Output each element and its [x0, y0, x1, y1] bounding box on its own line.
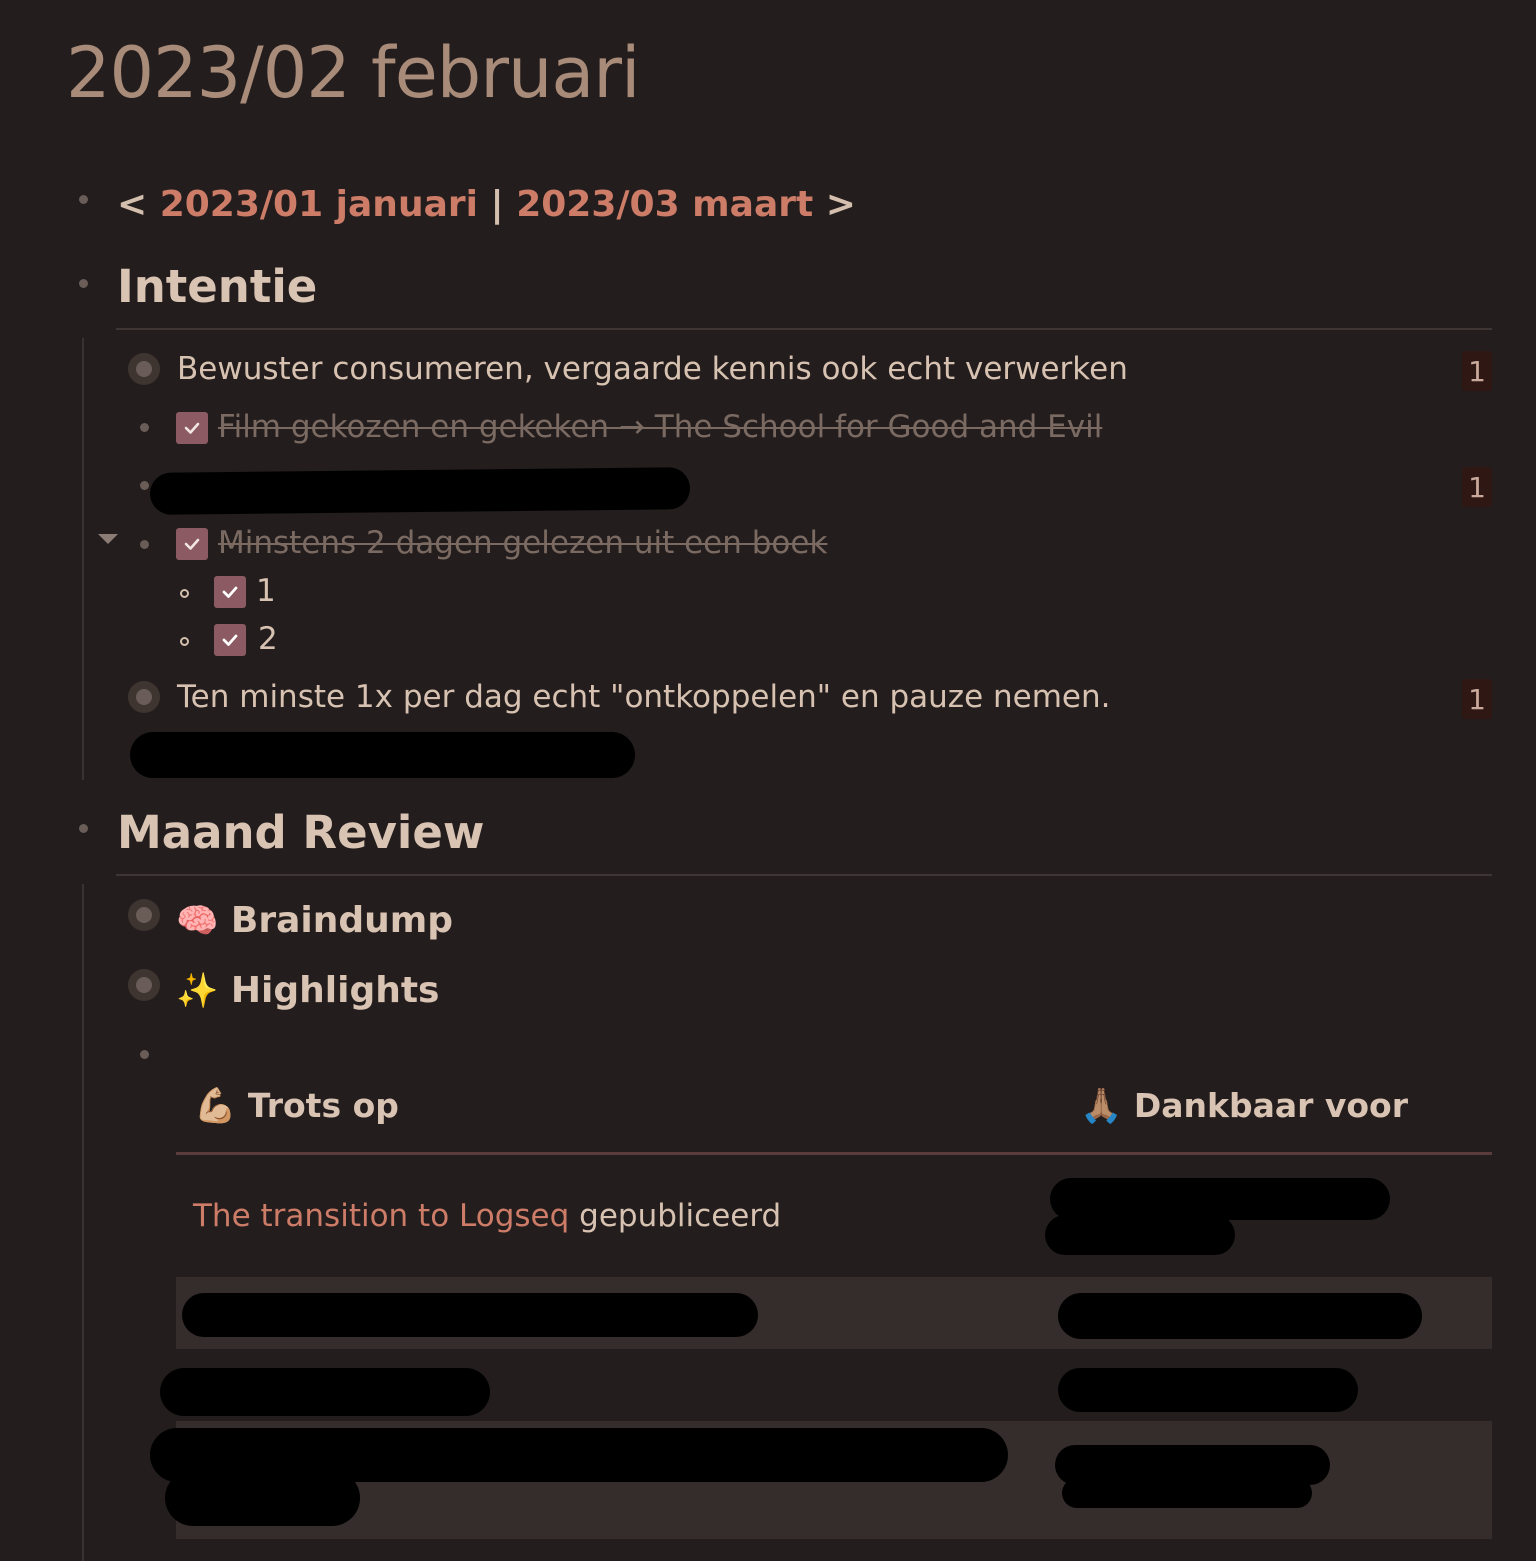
task-checkbox[interactable]	[176, 412, 208, 444]
redacted-text	[1062, 1478, 1312, 1508]
flexed-biceps-icon: 💪🏼	[194, 1086, 237, 1126]
nav-prev-prefix: <	[117, 184, 160, 225]
check-icon	[222, 634, 238, 646]
redacted-text	[130, 732, 635, 778]
task-checkbox[interactable]	[214, 624, 246, 656]
children-guide-line[interactable]	[82, 884, 84, 1561]
highlights-label: Highlights	[230, 970, 440, 1011]
page-link[interactable]: The transition to Logseq	[193, 1198, 569, 1234]
child-item[interactable]: 2	[258, 621, 278, 657]
redacted-text	[1058, 1293, 1422, 1339]
heading-maand-review[interactable]: Maand Review	[117, 806, 484, 859]
children-guide-line[interactable]	[82, 338, 84, 780]
redacted-text	[1050, 1178, 1390, 1220]
block-bullet[interactable]	[79, 279, 88, 288]
intentie-item-done[interactable]: Minstens 2 dagen gelezen uit een boek	[218, 525, 827, 561]
child-item[interactable]: 1	[256, 573, 276, 609]
child-bullet[interactable]	[180, 589, 189, 598]
redacted-text	[160, 1368, 490, 1416]
brain-icon: 🧠	[176, 901, 219, 941]
block-bullet[interactable]	[140, 481, 149, 490]
column-label: Dankbaar voor	[1133, 1086, 1408, 1125]
block-bullet[interactable]	[140, 1050, 149, 1059]
collapsed-block-bullet[interactable]	[128, 969, 160, 1001]
intentie-item[interactable]: Ten minste 1x per dag echt "ontkoppelen"…	[177, 679, 1110, 715]
redacted-text	[165, 1470, 360, 1526]
highlights-heading[interactable]: ✨ Highlights	[176, 970, 439, 1011]
block-bullet[interactable]	[140, 423, 149, 432]
reference-count-badge[interactable]: 1	[1462, 467, 1492, 507]
folded-hands-icon: 🙏🏽	[1080, 1086, 1123, 1126]
table-header-trots-op[interactable]: 💪🏼 Trots op	[194, 1086, 399, 1126]
table-header-dankbaar-voor[interactable]: 🙏🏽 Dankbaar voor	[1080, 1086, 1408, 1126]
column-label: Trots op	[247, 1086, 399, 1125]
prev-month-link[interactable]: 2023/01 januari	[160, 184, 478, 225]
collapsed-block-bullet[interactable]	[128, 899, 160, 931]
redacted-text	[182, 1293, 758, 1337]
reference-count-badge[interactable]: 1	[1462, 679, 1492, 719]
table-cell[interactable]: The transition to Logseq gepubliceerd	[193, 1198, 781, 1234]
block-bullet[interactable]	[79, 195, 88, 204]
check-icon	[184, 538, 200, 550]
intentie-item-done[interactable]: Film gekozen en gekeken → The School for…	[218, 409, 1102, 445]
cell-text: gepubliceerd	[569, 1198, 782, 1234]
table-header-divider	[176, 1152, 1492, 1155]
reference-count-badge[interactable]: 1	[1462, 351, 1492, 391]
check-icon	[184, 422, 200, 434]
heading-intentie[interactable]: Intentie	[117, 260, 317, 313]
nav-separator: |	[477, 184, 517, 225]
page-title[interactable]: 2023/02 februari	[66, 32, 640, 114]
redacted-text	[1045, 1215, 1235, 1255]
sparkles-icon: ✨	[176, 971, 219, 1011]
heading-divider	[116, 874, 1492, 876]
block-bullet[interactable]	[140, 540, 149, 549]
collapsed-block-bullet[interactable]	[128, 681, 160, 713]
month-navigation: < 2023/01 januari | 2023/03 maart >	[117, 184, 856, 225]
nav-next-suffix: >	[813, 184, 856, 225]
braindump-heading[interactable]: 🧠 Braindump	[176, 900, 453, 941]
redacted-text	[1058, 1368, 1358, 1412]
heading-divider	[116, 328, 1492, 330]
task-checkbox[interactable]	[176, 528, 208, 560]
check-icon	[222, 586, 238, 598]
child-bullet[interactable]	[180, 637, 189, 646]
collapsed-block-bullet[interactable]	[128, 353, 160, 385]
next-month-link[interactable]: 2023/03 maart	[516, 184, 813, 225]
collapse-arrow-icon[interactable]	[98, 534, 118, 544]
redacted-text	[149, 467, 691, 515]
task-checkbox[interactable]	[214, 576, 246, 608]
intentie-item[interactable]: Bewuster consumeren, vergaarde kennis oo…	[177, 351, 1128, 387]
braindump-label: Braindump	[230, 900, 454, 941]
block-bullet[interactable]	[79, 824, 88, 833]
